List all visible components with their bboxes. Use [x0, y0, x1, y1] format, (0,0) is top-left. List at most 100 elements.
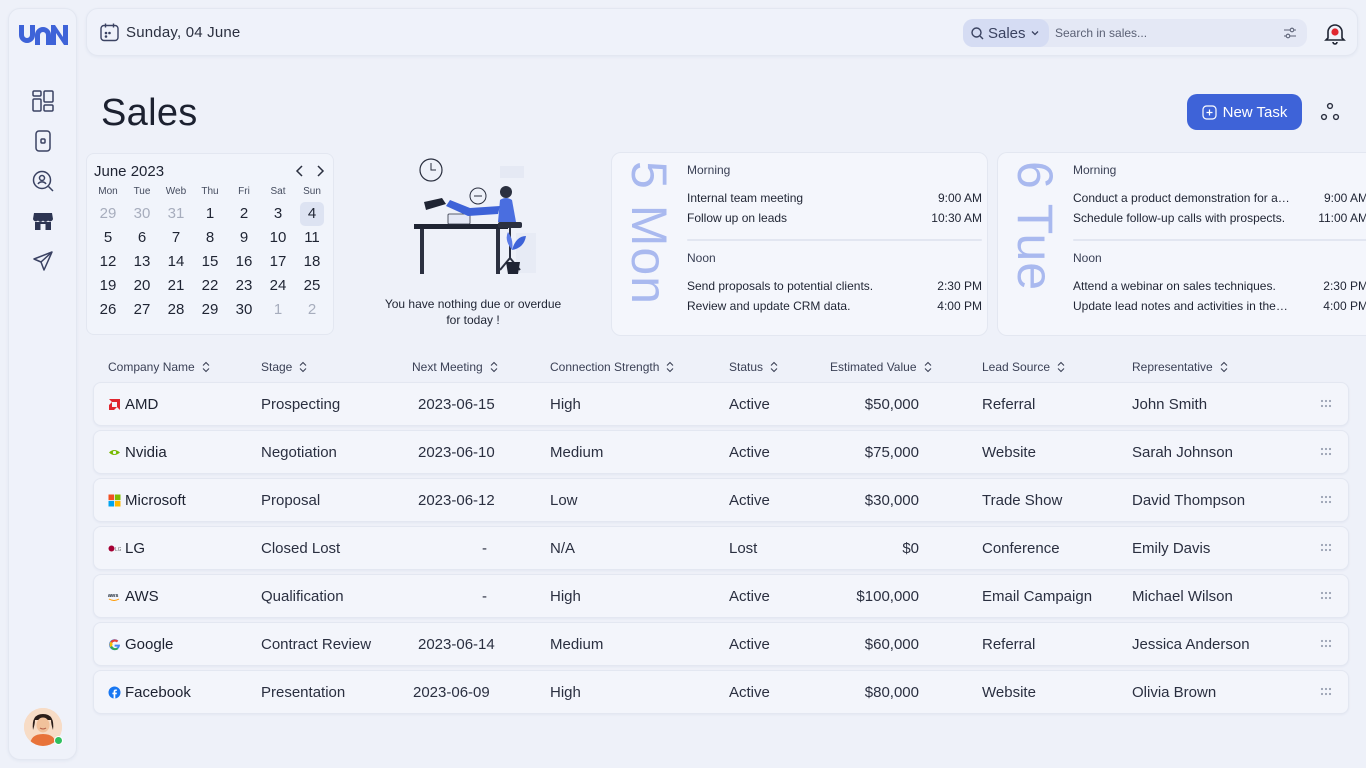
calendar-day[interactable]: 7 [159, 226, 193, 250]
search-scope-label: Sales [988, 24, 1026, 42]
calendar-day[interactable]: 20 [125, 274, 159, 298]
table-row[interactable]: Google Contract Review 2023-06-14 Medium… [93, 622, 1349, 666]
calendar-day[interactable]: 1 [261, 298, 295, 322]
next-meeting-cell: 2023-06-15 [418, 396, 495, 413]
calendar-day[interactable]: 11 [295, 226, 329, 250]
calendar-day[interactable]: 22 [193, 274, 227, 298]
calendar-day[interactable]: 18 [295, 250, 329, 274]
column-header-lead-source[interactable]: Lead Source [982, 360, 1066, 374]
calendar-day[interactable]: 13 [125, 250, 159, 274]
calendar-day[interactable]: 10 [261, 226, 295, 250]
task-item[interactable]: Update lead notes and activities in the … [1073, 299, 1366, 313]
column-header-next-meeting[interactable]: Next Meeting [412, 360, 499, 374]
contact-search-icon[interactable] [30, 168, 56, 194]
calendar-day[interactable]: 1 [193, 202, 227, 226]
drag-handle-icon[interactable] [1320, 639, 1332, 649]
column-header-label: Status [729, 360, 764, 374]
drag-handle-icon[interactable] [1320, 687, 1332, 697]
drag-handle-icon[interactable] [1320, 399, 1332, 409]
representative-cell: Olivia Brown [1132, 684, 1217, 701]
calendar-day[interactable]: 17 [261, 250, 295, 274]
calendar-day[interactable]: 23 [227, 274, 261, 298]
calendar-day[interactable]: 2 [227, 202, 261, 226]
drag-handle-icon[interactable] [1320, 543, 1332, 553]
calendar-day[interactable]: 14 [159, 250, 193, 274]
task-item[interactable]: Review and update CRM data. 4:00 PM [687, 299, 982, 313]
dashboard-icon[interactable] [30, 88, 56, 114]
table-row[interactable]: Microsoft Proposal 2023-06-12 Low Active… [93, 478, 1349, 522]
strength-cell: High [550, 396, 581, 413]
calendar-day[interactable]: 30 [125, 202, 159, 226]
calendar-day[interactable]: 8 [193, 226, 227, 250]
drag-handle-icon[interactable] [1320, 495, 1332, 505]
column-header-status[interactable]: Status [729, 360, 779, 374]
task-name: Send proposals to potential clients. [687, 279, 874, 293]
sort-icon [924, 361, 931, 373]
filter-settings-icon[interactable] [1283, 26, 1297, 40]
value-cell: $30,000 [864, 492, 919, 509]
chevron-right-icon[interactable] [313, 162, 327, 180]
status-cell: Active [729, 588, 770, 605]
app-logo[interactable] [17, 21, 69, 49]
task-item[interactable]: Schedule follow-up calls with prospects.… [1073, 211, 1366, 225]
calendar-day-today[interactable]: 4 [300, 202, 324, 226]
empty-state-line-1: You have nothing due or overdue [384, 297, 562, 311]
column-header-company[interactable]: Company Name [108, 360, 211, 374]
store-icon[interactable] [30, 208, 56, 234]
calendar-day[interactable]: 15 [193, 250, 227, 274]
notification-bell-icon[interactable] [1323, 21, 1347, 45]
calendar-day[interactable]: 28 [159, 298, 193, 322]
table-row[interactable]: LG LG Closed Lost - N/A Lost $0 Conferen… [93, 526, 1349, 570]
drag-handle-icon[interactable] [1320, 591, 1332, 601]
calendar-day[interactable]: 29 [193, 298, 227, 322]
calendar-day[interactable]: 24 [261, 274, 295, 298]
drag-handle-icon[interactable] [1320, 447, 1332, 457]
company-cell: aws AWS [108, 588, 159, 605]
calendar-day[interactable]: 16 [227, 250, 261, 274]
calendar-day[interactable]: 31 [159, 202, 193, 226]
mobile-icon[interactable] [30, 128, 56, 154]
calendar-day[interactable]: 5 [91, 226, 125, 250]
send-icon[interactable] [30, 248, 56, 274]
calendar-day[interactable]: 6 [125, 226, 159, 250]
chevron-left-icon[interactable] [293, 162, 307, 180]
table-row[interactable]: Nvidia Negotiation 2023-06-10 Medium Act… [93, 430, 1349, 474]
status-cell: Active [729, 636, 770, 653]
calendar-day[interactable]: 30 [227, 298, 261, 322]
calendar-day[interactable]: 25 [295, 274, 329, 298]
task-item[interactable]: Follow up on leads 10:30 AM [687, 211, 982, 225]
column-header-connection-strength[interactable]: Connection Strength [550, 360, 675, 374]
task-item[interactable]: Conduct a product demonstration for a po… [1073, 191, 1366, 205]
calendar-day[interactable]: 3 [261, 202, 295, 226]
calendar-day[interactable]: 27 [125, 298, 159, 322]
weekday-label: Thu [201, 186, 219, 197]
task-item[interactable]: Internal team meeting 9:00 AM [687, 191, 982, 205]
task-item[interactable]: Attend a webinar on sales techniques. 2:… [1073, 279, 1366, 293]
column-header-estimated-value[interactable]: Estimated Value [830, 360, 933, 374]
column-header-stage[interactable]: Stage [261, 360, 308, 374]
table-row[interactable]: AMD Prospecting 2023-06-15 High Active $… [93, 382, 1349, 426]
column-header-representative[interactable]: Representative [1132, 360, 1229, 374]
calendar-day[interactable]: 2 [295, 298, 329, 322]
search-input[interactable] [1055, 23, 1275, 43]
calendar-day[interactable]: 19 [91, 274, 125, 298]
nvidia-logo-icon [109, 450, 120, 455]
calendar-icon [100, 23, 119, 42]
day-schedule-card: 6 Tue Morning Conduct a product demonstr… [997, 152, 1366, 336]
google-logo-icon [109, 639, 121, 651]
task-item[interactable]: Send proposals to potential clients. 2:3… [687, 279, 982, 293]
calendar-day[interactable]: 29 [91, 202, 125, 226]
share-icon[interactable] [1320, 102, 1340, 122]
task-time: 2:30 PM [1323, 279, 1366, 293]
new-task-button[interactable]: New Task [1187, 94, 1302, 130]
table-row[interactable]: Facebook Presentation 2023-06-09 High Ac… [93, 670, 1349, 714]
calendar-day[interactable]: 12 [91, 250, 125, 274]
user-avatar[interactable] [24, 708, 63, 746]
representative-cell: Emily Davis [1132, 540, 1211, 557]
calendar-day[interactable]: 26 [91, 298, 125, 322]
calendar-day[interactable]: 21 [159, 274, 193, 298]
table-row[interactable]: aws AWS Qualification - High Active $100… [93, 574, 1349, 618]
weekday-label: Tue [133, 186, 151, 197]
calendar-day[interactable]: 9 [227, 226, 261, 250]
search-scope-dropdown[interactable]: Sales [963, 19, 1049, 47]
